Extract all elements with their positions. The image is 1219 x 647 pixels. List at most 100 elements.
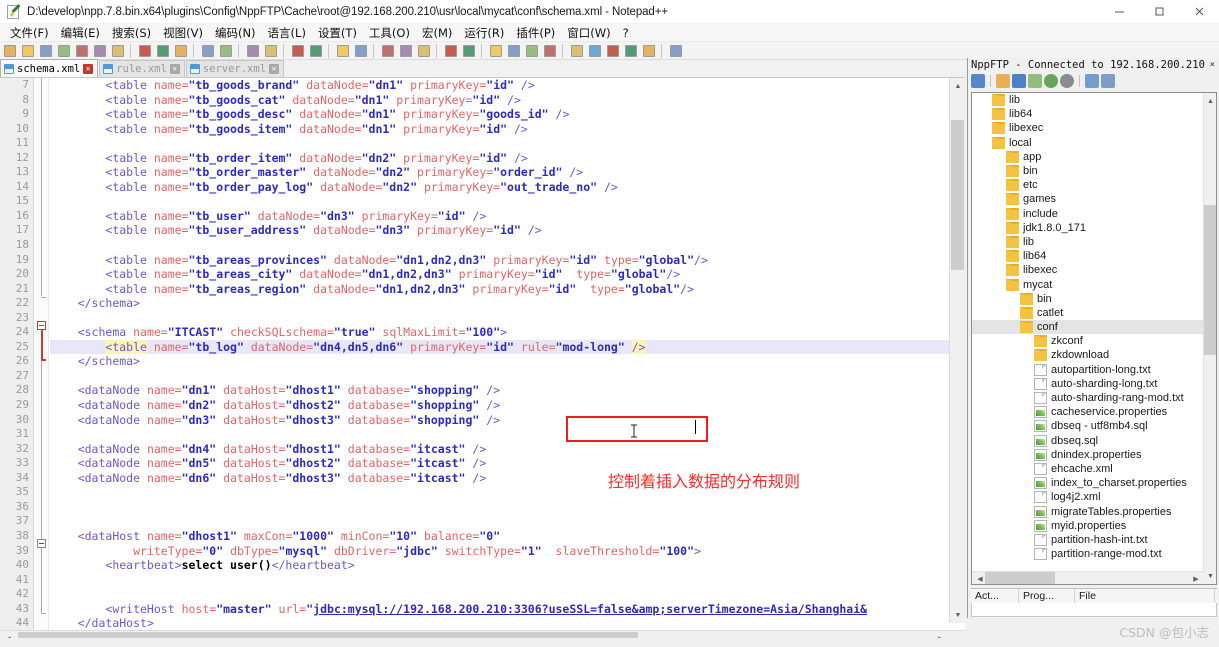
menu-item-0[interactable]: 文件(F) (4, 24, 55, 42)
tree-item-auto-sharding-long-txt[interactable]: auto-sharding-long.txt (972, 377, 1204, 391)
menu-item-9[interactable]: 运行(R) (458, 24, 510, 42)
tree-item-games[interactable]: games (972, 192, 1204, 206)
monitoring-icon[interactable] (542, 43, 559, 59)
tree-item-partition-range-mod-txt[interactable]: partition-range-mod.txt (972, 547, 1204, 561)
tree-item-migratetables-properties[interactable]: migrateTables.properties (972, 504, 1204, 518)
nppftp-close-icon[interactable]: × (1210, 60, 1217, 70)
tab-close-icon[interactable]: ✕ (83, 63, 94, 74)
code-editor[interactable]: 7 8 9 10 11 12 13 14 15 16 17 18 19 20 21 22 23 24 25 26 27 2… (0, 78, 965, 638)
tree-item-etc[interactable]: etc (972, 178, 1204, 192)
tree-item-jdk1-8-0-171[interactable]: jdk1.8.0_171 (972, 221, 1204, 235)
tree-item-auto-sharding-rang-mod-txt[interactable]: auto-sharding-rang-mod.txt (972, 391, 1204, 405)
indent-guide-icon[interactable] (416, 43, 433, 59)
tree-item-app[interactable]: app (972, 150, 1204, 164)
tab-close-icon[interactable]: ✕ (169, 64, 180, 74)
copy-icon[interactable] (155, 43, 172, 59)
tree-vertical-scrollbar[interactable]: ▲ ▼ (1203, 93, 1216, 584)
tree-item-mycat[interactable]: mycat (972, 277, 1204, 291)
tree-item-cacheservice-properties[interactable]: cacheservice.properties (972, 405, 1204, 419)
tree-item-dbseq-sql[interactable]: dbseq.sql (972, 434, 1204, 448)
code-text[interactable]: <table name="tb_goods_brand" dataNode="d… (50, 78, 965, 638)
tree-item-include[interactable]: include (972, 207, 1204, 221)
menu-item-10[interactable]: 插件(P) (510, 24, 561, 42)
tree-scroll-down-arrow[interactable]: ▼ (1204, 568, 1216, 584)
code-line[interactable]: <table name="tb_goods_item" dataNode="dn… (50, 122, 965, 137)
stop-macro-icon[interactable] (587, 43, 604, 59)
redo-icon[interactable] (218, 43, 235, 59)
tree-item-dnindex-properties[interactable]: dnindex.properties (972, 448, 1204, 462)
messages-icon[interactable] (1101, 74, 1115, 88)
save-macro-icon[interactable] (641, 43, 658, 59)
menu-item-3[interactable]: 视图(V) (157, 24, 209, 42)
code-line[interactable]: <table name="tb_goods_cat" dataNode="dn1… (50, 93, 965, 108)
code-line[interactable]: <table name="tb_order_pay_log" dataNode=… (50, 180, 965, 195)
minimize-icon[interactable] (1099, 0, 1139, 24)
word-wrap-icon[interactable] (380, 43, 397, 59)
ftp-panel-icon[interactable] (668, 43, 685, 59)
menu-item-1[interactable]: 编辑(E) (55, 24, 106, 42)
settings-pencil-icon[interactable] (971, 74, 985, 88)
code-line[interactable]: <dataNode name="dn6" dataHost="dhost3" d… (50, 471, 965, 486)
record-macro-icon[interactable] (569, 43, 586, 59)
tab-close-icon[interactable]: ✕ (269, 64, 280, 74)
code-line[interactable]: <schema name="ITCAST" checkSQLschema="tr… (50, 325, 965, 340)
queue-column-1[interactable]: Prog... (1019, 589, 1075, 603)
all-chars-icon[interactable] (443, 43, 460, 59)
tab-schema-xml[interactable]: schema.xml ✕ (0, 59, 99, 77)
tree-item-ehcache-xml[interactable]: ehcache.xml (972, 462, 1204, 476)
tree-item-zkdownload[interactable]: zkdownload (972, 348, 1204, 362)
tree-item-lib64[interactable]: lib64 (972, 107, 1204, 121)
maximize-icon[interactable] (1139, 0, 1179, 24)
code-line[interactable] (50, 238, 965, 253)
fold-margin[interactable] (35, 78, 49, 638)
code-line[interactable]: </dataHost> (50, 616, 965, 631)
code-line[interactable] (50, 427, 965, 442)
tab-server-xml[interactable]: server.xml ✕ (185, 60, 285, 77)
tree-item-libexec[interactable]: libexec (972, 121, 1204, 135)
close-icon[interactable] (1179, 0, 1219, 24)
tree-item-lib[interactable]: lib (972, 93, 1204, 107)
code-line[interactable]: </schema> (50, 296, 965, 311)
code-line[interactable]: <dataNode name="dn1" dataHost="dhost1" d… (50, 383, 965, 398)
sync-vertical-icon[interactable] (335, 43, 352, 59)
sync-horizontal-icon[interactable] (353, 43, 370, 59)
code-line[interactable]: <table name="tb_goods_brand" dataNode="d… (50, 78, 965, 93)
undo-icon[interactable] (200, 43, 217, 59)
tree-scroll-up-arrow[interactable]: ▲ (1204, 93, 1216, 109)
code-line[interactable]: writeType="0" dbType="mysql" dbDriver="j… (50, 544, 965, 559)
invisible-chars-icon[interactable] (398, 43, 415, 59)
menu-item-7[interactable]: 工具(O) (363, 24, 416, 42)
code-line[interactable] (50, 485, 965, 500)
scroll-down-arrow[interactable]: ▼ (950, 607, 966, 623)
replace-icon[interactable] (263, 43, 280, 59)
tree-scroll-right-arrow[interactable]: ▶ (1188, 572, 1204, 584)
close-all-icon[interactable] (92, 43, 109, 59)
folder-workspace-icon[interactable] (524, 43, 541, 59)
tree-vscroll-thumb[interactable] (1204, 205, 1216, 355)
tab-rule-xml[interactable]: rule.xml ✕ (99, 60, 185, 77)
abort-icon[interactable] (1060, 74, 1074, 88)
code-line[interactable]: </schema> (50, 354, 965, 369)
tree-item-conf[interactable]: conf (972, 320, 1204, 335)
tree-item-catlet[interactable]: catlet (972, 306, 1204, 320)
menu-item-8[interactable]: 宏(M) (416, 24, 458, 42)
tree-item-zkconf[interactable]: zkconf (972, 334, 1204, 348)
code-line[interactable]: <table name="tb_order_item" dataNode="dn… (50, 151, 965, 166)
document-map-icon[interactable] (506, 43, 523, 59)
tree-item-myid-properties[interactable]: myid.properties (972, 519, 1204, 533)
code-line[interactable]: <table name="tb_areas_region" dataNode="… (50, 282, 965, 297)
upload-icon[interactable] (1028, 74, 1042, 88)
remote-file-tree[interactable]: lib lib64 libexec local app bin etc games includ… (971, 92, 1217, 585)
new-file-icon[interactable] (2, 43, 19, 59)
code-line[interactable] (50, 194, 965, 209)
print-icon[interactable] (110, 43, 127, 59)
fold-box-expanded[interactable] (37, 321, 46, 330)
scroll-up-arrow[interactable]: ▲ (950, 78, 966, 94)
code-line[interactable]: <dataNode name="dn4" dataHost="dhost1" d… (50, 442, 965, 457)
refresh-icon[interactable] (1044, 74, 1058, 88)
code-line[interactable] (50, 587, 965, 602)
menu-item-12[interactable]: ? (617, 25, 635, 41)
zoom-out-icon[interactable] (308, 43, 325, 59)
code-line[interactable]: <dataNode name="dn2" dataHost="dhost2" d… (50, 398, 965, 413)
play-macro-icon[interactable] (605, 43, 622, 59)
